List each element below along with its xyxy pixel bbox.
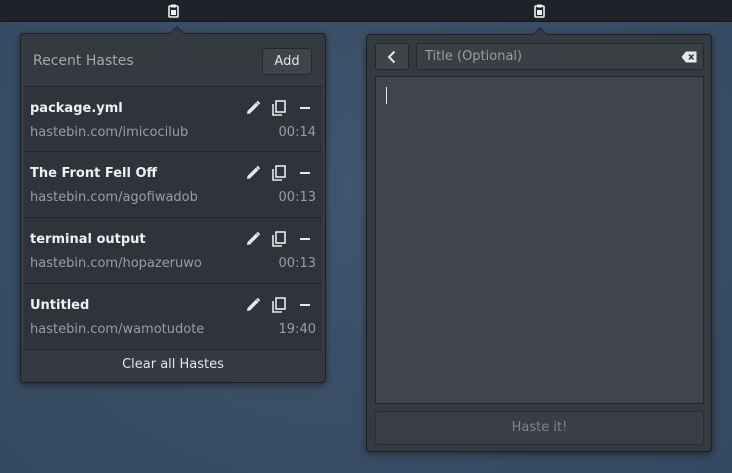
clipboard-icon[interactable]: [166, 4, 180, 18]
popover-arrow: [169, 26, 185, 34]
haste-title: Untitled: [30, 298, 90, 313]
haste-it-button[interactable]: Haste it!: [375, 411, 704, 445]
haste-url[interactable]: hastebin.com/imicocilub: [30, 125, 188, 140]
copy-icon[interactable]: [270, 99, 288, 117]
copy-icon[interactable]: [270, 230, 288, 248]
minus-icon[interactable]: [296, 164, 314, 182]
haste-url[interactable]: hastebin.com/agofiwadob: [30, 190, 198, 205]
add-button[interactable]: Add: [262, 48, 312, 75]
copy-icon[interactable]: [270, 296, 288, 314]
text-cursor: [386, 87, 387, 104]
pencil-icon[interactable]: [244, 99, 262, 117]
recent-hastes-popover: Recent Hastes Add package.yml hastebin.c…: [20, 26, 326, 383]
haste-title: package.yml: [30, 101, 123, 116]
minus-icon[interactable]: [296, 296, 314, 314]
minus-icon[interactable]: [296, 230, 314, 248]
clear-all-button[interactable]: Clear all Hastes: [21, 350, 325, 380]
haste-list: package.yml hastebin.com/imicocilub 00:1…: [24, 86, 322, 350]
title-input[interactable]: [416, 43, 704, 70]
pencil-icon[interactable]: [244, 230, 262, 248]
popover-arrow: [532, 27, 548, 35]
list-item[interactable]: Untitled hastebin.com/wamotudote 19:40: [24, 284, 322, 350]
chevron-left-icon: [387, 50, 396, 64]
list-item[interactable]: package.yml hastebin.com/imicocilub 00:1…: [24, 86, 322, 152]
haste-content-textarea[interactable]: [375, 76, 704, 404]
haste-time: 00:14: [278, 125, 316, 140]
pencil-icon[interactable]: [244, 164, 262, 182]
haste-time: 19:40: [278, 322, 316, 337]
recent-hastes-header: Recent Hastes Add: [21, 34, 325, 86]
back-button[interactable]: [375, 43, 409, 70]
haste-title: terminal output: [30, 232, 146, 247]
clipboard-icon[interactable]: [532, 4, 546, 18]
minus-icon[interactable]: [296, 99, 314, 117]
list-item[interactable]: terminal output hastebin.com/hopazeruwo …: [24, 218, 322, 284]
new-haste-popover: Haste it!: [366, 27, 712, 452]
backspace-icon[interactable]: [681, 51, 697, 63]
list-item[interactable]: The Front Fell Off hastebin.com/agofiwad…: [24, 152, 322, 218]
haste-url[interactable]: hastebin.com/hopazeruwo: [30, 256, 202, 271]
copy-icon[interactable]: [270, 164, 288, 182]
haste-url[interactable]: hastebin.com/wamotudote: [30, 322, 204, 337]
pencil-icon[interactable]: [244, 296, 262, 314]
recent-hastes-title: Recent Hastes: [33, 53, 134, 69]
haste-title: The Front Fell Off: [30, 166, 158, 181]
haste-time: 00:13: [278, 190, 316, 205]
haste-time: 00:13: [278, 256, 316, 271]
top-panel: [0, 0, 732, 22]
